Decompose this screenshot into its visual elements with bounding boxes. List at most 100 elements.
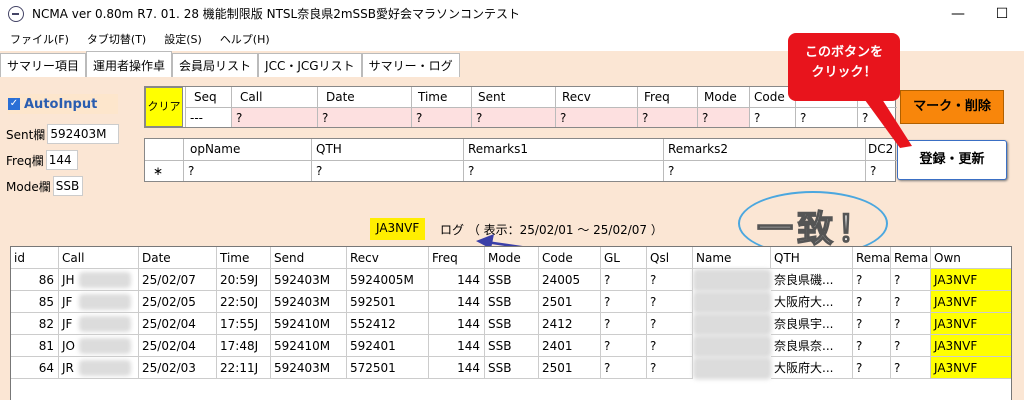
cell-remarks1[interactable]: ?: [853, 269, 891, 291]
cell-code[interactable]: 2501: [539, 357, 601, 379]
cell-qsl[interactable]: ?: [647, 357, 693, 379]
cell-id[interactable]: 81: [11, 335, 59, 357]
cell-id[interactable]: 85: [11, 291, 59, 313]
cell-remarks2[interactable]: ?: [891, 269, 931, 291]
cell-remarks1[interactable]: ?: [853, 357, 891, 379]
cell-mode[interactable]: SSB: [485, 335, 539, 357]
cell-id[interactable]: 82: [11, 313, 59, 335]
tab-member-list[interactable]: 会員局リスト: [172, 53, 259, 77]
tab-jcc-jcg-list[interactable]: JCC・JCGリスト: [258, 53, 362, 77]
cell-name[interactable]: [693, 313, 771, 335]
menu-settings[interactable]: 設定(S): [164, 31, 202, 47]
minimize-button[interactable]: —: [936, 0, 980, 27]
cell-remarks2[interactable]: ?: [891, 291, 931, 313]
cell-gl[interactable]: ?: [601, 335, 647, 357]
cell-own[interactable]: JA3NVF: [931, 357, 1011, 379]
cell-time[interactable]: 22:11J: [217, 357, 271, 379]
col-name[interactable]: Name: [693, 247, 771, 269]
cell-qth[interactable]: 奈良県磯...: [771, 269, 853, 291]
col-id[interactable]: id: [11, 247, 59, 269]
cell-mode[interactable]: SSB: [485, 291, 539, 313]
date-input[interactable]: ?: [317, 107, 411, 127]
maximize-button[interactable]: ☐: [980, 0, 1024, 27]
col-date[interactable]: Date: [139, 247, 217, 269]
cell-name[interactable]: [693, 291, 771, 313]
cell-name[interactable]: [693, 357, 771, 379]
col-remarks1[interactable]: Rema: [853, 247, 891, 269]
cell-call[interactable]: JO: [59, 335, 139, 357]
cell-call[interactable]: JF: [59, 313, 139, 335]
cell-call[interactable]: JF: [59, 291, 139, 313]
cell-recv[interactable]: 592401: [347, 335, 429, 357]
cell-send[interactable]: 592403M: [271, 357, 347, 379]
tab-summary-log[interactable]: サマリー・ログ: [361, 53, 460, 77]
mode-input[interactable]: SSB: [52, 176, 83, 196]
col-own[interactable]: Own: [931, 247, 1011, 269]
cell-gl[interactable]: ?: [601, 291, 647, 313]
menu-help[interactable]: ヘルプ(H): [220, 31, 270, 47]
col-mode[interactable]: Mode: [485, 247, 539, 269]
cell-recv[interactable]: 552412: [347, 313, 429, 335]
freq-input[interactable]: 144: [45, 150, 78, 170]
opname-input[interactable]: ?: [183, 160, 311, 181]
cell-own[interactable]: JA3NVF: [931, 335, 1011, 357]
cell-time[interactable]: 20:59J: [217, 269, 271, 291]
cell-send[interactable]: 592403M: [271, 269, 347, 291]
extra-input-1[interactable]: ?: [795, 107, 857, 127]
recv-input[interactable]: ?: [555, 107, 637, 127]
cell-date[interactable]: 25/02/04: [139, 335, 217, 357]
cell-recv[interactable]: 5924005M: [347, 269, 429, 291]
col-time[interactable]: Time: [217, 247, 271, 269]
cell-send[interactable]: 592403M: [271, 291, 347, 313]
cell-date[interactable]: 25/02/03: [139, 357, 217, 379]
cell-gl[interactable]: ?: [601, 357, 647, 379]
cell-qsl[interactable]: ?: [647, 313, 693, 335]
cell-send[interactable]: 592410M: [271, 335, 347, 357]
register-update-button[interactable]: 登録・更新: [897, 140, 1007, 180]
cell-qsl[interactable]: ?: [647, 335, 693, 357]
menu-file[interactable]: ファイル(F): [10, 31, 69, 47]
cell-freq[interactable]: 144: [429, 335, 485, 357]
sent-input-grid[interactable]: ?: [471, 107, 555, 127]
freq-input-grid[interactable]: ?: [637, 107, 697, 127]
remarks1-input[interactable]: ?: [463, 160, 663, 181]
remarks2-input[interactable]: ?: [663, 160, 865, 181]
cell-code[interactable]: 2401: [539, 335, 601, 357]
col-code[interactable]: Code: [539, 247, 601, 269]
cell-gl[interactable]: ?: [601, 313, 647, 335]
auto-input-checkbox[interactable]: ✓ AutoInput: [8, 94, 118, 114]
cell-code[interactable]: 24005: [539, 269, 601, 291]
mark-delete-button[interactable]: マーク・削除: [900, 90, 1004, 124]
cell-remarks2[interactable]: ?: [891, 313, 931, 335]
cell-gl[interactable]: ?: [601, 269, 647, 291]
qth-input[interactable]: ?: [311, 160, 463, 181]
menu-tab-switch[interactable]: タブ切替(T): [87, 31, 146, 47]
col-qth[interactable]: QTH: [771, 247, 853, 269]
cell-qth[interactable]: 大阪府大...: [771, 291, 853, 313]
col-recv[interactable]: Recv: [347, 247, 429, 269]
col-remarks2[interactable]: Rema: [891, 247, 931, 269]
cell-call[interactable]: JH: [59, 269, 139, 291]
cell-remarks2[interactable]: ?: [891, 335, 931, 357]
cell-qth[interactable]: 奈良県奈...: [771, 335, 853, 357]
cell-id[interactable]: 64: [11, 357, 59, 379]
extra-input-2[interactable]: ?: [857, 107, 897, 127]
col-qsl[interactable]: Qsl: [647, 247, 693, 269]
cell-time[interactable]: 22:50J: [217, 291, 271, 313]
tab-operator-console[interactable]: 運用者操作卓: [86, 51, 173, 77]
cell-time[interactable]: 17:55J: [217, 313, 271, 335]
col-gl[interactable]: GL: [601, 247, 647, 269]
cell-qsl[interactable]: ?: [647, 269, 693, 291]
cell-call[interactable]: JR: [59, 357, 139, 379]
cell-code[interactable]: 2412: [539, 313, 601, 335]
cell-remarks2[interactable]: ?: [891, 357, 931, 379]
cell-date[interactable]: 25/02/07: [139, 269, 217, 291]
cell-mode[interactable]: SSB: [485, 269, 539, 291]
cell-freq[interactable]: 144: [429, 291, 485, 313]
tab-summary-items[interactable]: サマリー項目: [0, 53, 87, 77]
cell-mode[interactable]: SSB: [485, 313, 539, 335]
cell-mode[interactable]: SSB: [485, 357, 539, 379]
col-send[interactable]: Send: [271, 247, 347, 269]
cell-remarks1[interactable]: ?: [853, 313, 891, 335]
cell-recv[interactable]: 572501: [347, 357, 429, 379]
